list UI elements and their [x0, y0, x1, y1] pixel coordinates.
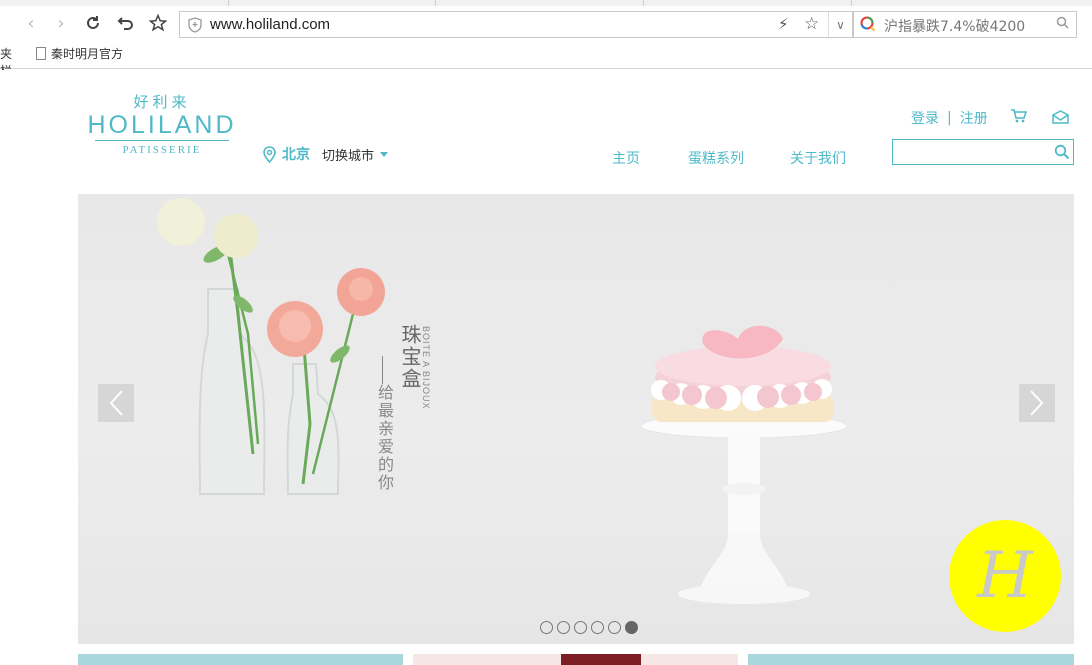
cart-icon[interactable]: [1010, 108, 1028, 128]
carousel-dot[interactable]: [540, 621, 553, 634]
undo-icon: [117, 17, 133, 30]
bookmark-star-button[interactable]: [147, 12, 169, 34]
account-separator: |: [947, 110, 952, 126]
badge-letter: H: [977, 539, 1033, 613]
carousel-dot-active[interactable]: [625, 621, 638, 634]
logo-english-text: HOLILAND: [87, 111, 237, 139]
location-pin-icon: [263, 145, 276, 163]
register-link[interactable]: 注册: [960, 108, 988, 128]
chevron-left-icon: [109, 390, 123, 416]
banner-dash: [382, 356, 383, 384]
flower-vases-image: [157, 198, 848, 604]
logo-subtitle: PATISSERIE: [122, 144, 202, 156]
star-icon: [149, 14, 167, 32]
site-search-input[interactable]: [897, 141, 1047, 163]
search-icon[interactable]: [1056, 16, 1069, 33]
tab-divider: [851, 0, 852, 6]
tab-divider: [643, 0, 644, 6]
page-icon: [36, 47, 46, 60]
carousel-dot[interactable]: [557, 621, 570, 634]
tab-divider: [435, 0, 436, 6]
favorite-star-icon[interactable]: ☆: [804, 14, 819, 34]
floating-h-badge[interactable]: H: [949, 520, 1061, 632]
reload-button[interactable]: [82, 12, 104, 34]
website: 好利来 HOLILAND PATISSERIE 北京 切换城市 登录 | 注册 …: [0, 70, 1092, 665]
promo-tile[interactable]: [78, 654, 403, 665]
bookmark-item-label: 秦时明月官方: [51, 47, 124, 61]
undo-close-tab-button[interactable]: [115, 12, 137, 34]
search-icon[interactable]: [1054, 144, 1070, 164]
browser-chrome: ‹ › www.holiland.com ⚡︎ ☆ ∨ 沪指暴跌7.4%破420…: [0, 0, 1092, 78]
carousel-dot[interactable]: [591, 621, 604, 634]
promo-tile[interactable]: [748, 654, 1074, 665]
site-search-box: [892, 139, 1074, 165]
switch-city-link[interactable]: 切换城市: [322, 145, 374, 164]
browser-search-box[interactable]: 沪指暴跌7.4%破4200: [853, 11, 1077, 38]
carousel-dot[interactable]: [574, 621, 587, 634]
city-selector[interactable]: 北京 切换城市: [263, 144, 389, 164]
nav-about[interactable]: 关于我们: [790, 148, 846, 168]
forward-button[interactable]: ›: [50, 12, 72, 34]
bookmark-item[interactable]: 秦时明月官方: [36, 45, 123, 62]
chevron-right-icon: [1030, 390, 1044, 416]
address-bar[interactable]: www.holiland.com ⚡︎ ☆ ∨: [179, 11, 853, 38]
holiland-logo[interactable]: 好利来 HOLILAND PATISSERIE: [77, 93, 247, 157]
tab-divider: [228, 0, 229, 6]
shield-icon: [188, 17, 202, 37]
reload-icon: [87, 16, 99, 29]
login-link[interactable]: 登录: [911, 108, 939, 128]
nav-home[interactable]: 主页: [612, 148, 640, 168]
browser-search-text[interactable]: 沪指暴跌7.4%破4200: [884, 16, 1025, 36]
logo-rule: [95, 140, 229, 141]
back-button[interactable]: ‹: [20, 12, 42, 34]
carousel-prev-button[interactable]: [98, 384, 134, 422]
chevron-down-icon[interactable]: ∨: [828, 12, 852, 37]
account-links: 登录 | 注册: [911, 108, 988, 128]
caret-down-icon[interactable]: [380, 151, 389, 157]
city-name: 北京: [282, 147, 310, 163]
banner-french-title: BOITE A BIJOUX: [421, 326, 431, 410]
mail-icon[interactable]: [1052, 109, 1069, 128]
search-engine-icon: [860, 16, 876, 32]
carousel-next-button[interactable]: [1019, 384, 1055, 422]
banner-tagline: 给最亲爱的你: [375, 384, 394, 492]
logo-chinese-text: 好利来: [133, 93, 191, 111]
hero-carousel[interactable]: 珠宝盒 BOITE A BIJOUX 给最亲爱的你: [78, 194, 1074, 644]
carousel-dot[interactable]: [608, 621, 621, 634]
lightning-icon[interactable]: ⚡︎: [778, 15, 789, 33]
promo-tile-image: [561, 654, 641, 665]
tab-strip: [0, 0, 1092, 6]
promo-tile[interactable]: [413, 654, 738, 665]
carousel-pagination: [540, 621, 638, 634]
url-text[interactable]: www.holiland.com: [210, 16, 330, 33]
nav-cakes[interactable]: 蛋糕系列: [688, 148, 744, 168]
